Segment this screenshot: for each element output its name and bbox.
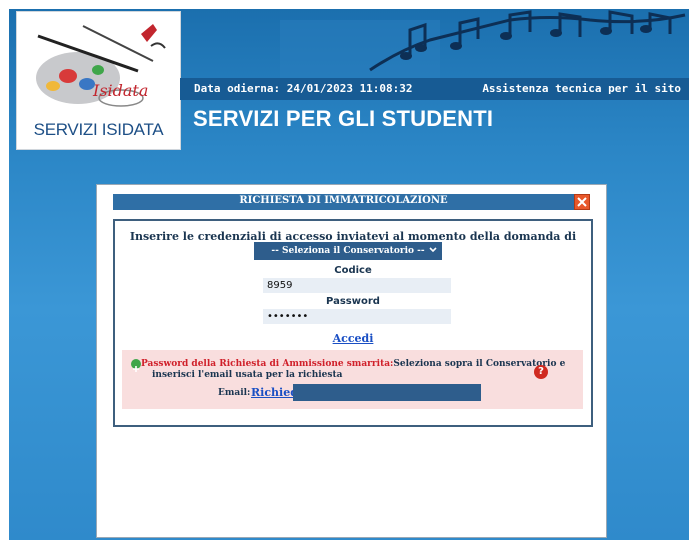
question-icon[interactable]: ?	[534, 365, 548, 379]
music-notes-decoration	[280, 10, 686, 80]
conservatory-select[interactable]: -- Seleziona il Conservatorio --	[254, 242, 442, 260]
code-input[interactable]: 8959	[263, 278, 451, 293]
close-icon	[577, 197, 587, 207]
logo-caption: SERVIZI ISIDATA	[33, 120, 164, 139]
logo-wordmark: Isidata	[92, 81, 148, 100]
password-input[interactable]: •••••••	[263, 309, 451, 324]
chevron-down-icon	[429, 247, 437, 253]
login-form: Inserire le credenziali di accesso invia…	[113, 219, 593, 427]
password-label: Password	[326, 296, 380, 307]
enrollment-dialog: RICHIESTA DI IMMATRICOLAZIONE Inserire l…	[96, 184, 607, 538]
email-label: Email:	[218, 388, 251, 398]
login-link[interactable]: Accedi	[115, 332, 591, 345]
dialog-titlebar: RICHIESTA DI IMMATRICOLAZIONE	[113, 194, 574, 210]
recovery-title: Password della Richiesta di Ammissione s…	[141, 359, 394, 369]
technical-assistance-link[interactable]: Assistenza tecnica per il sito	[482, 82, 681, 95]
code-label: Codice	[334, 265, 372, 276]
close-button[interactable]	[574, 194, 590, 210]
dialog-title: RICHIESTA DI IMMATRICOLAZIONE	[239, 195, 448, 206]
recovery-email-input[interactable]	[293, 384, 481, 401]
current-date: Data odierna: 24/01/2023 11:08:32	[194, 82, 413, 95]
conservatory-select-value: -- Seleziona il Conservatorio --	[271, 246, 425, 256]
page-title: SERVIZI PER GLI STUDENTI	[193, 106, 494, 131]
password-recovery-panel: Password della Richiesta di Ammissione s…	[122, 350, 583, 409]
palette-logo-icon: Isidata	[36, 24, 166, 107]
plus-circle-icon	[131, 359, 141, 372]
recovery-text-line2: inserisci l'email usata per la richiesta	[152, 370, 343, 380]
isidata-logo: Isidata SERVIZI ISIDATA	[16, 11, 181, 150]
recovery-text-line1: Password della Richiesta di Ammissione s…	[141, 359, 571, 370]
